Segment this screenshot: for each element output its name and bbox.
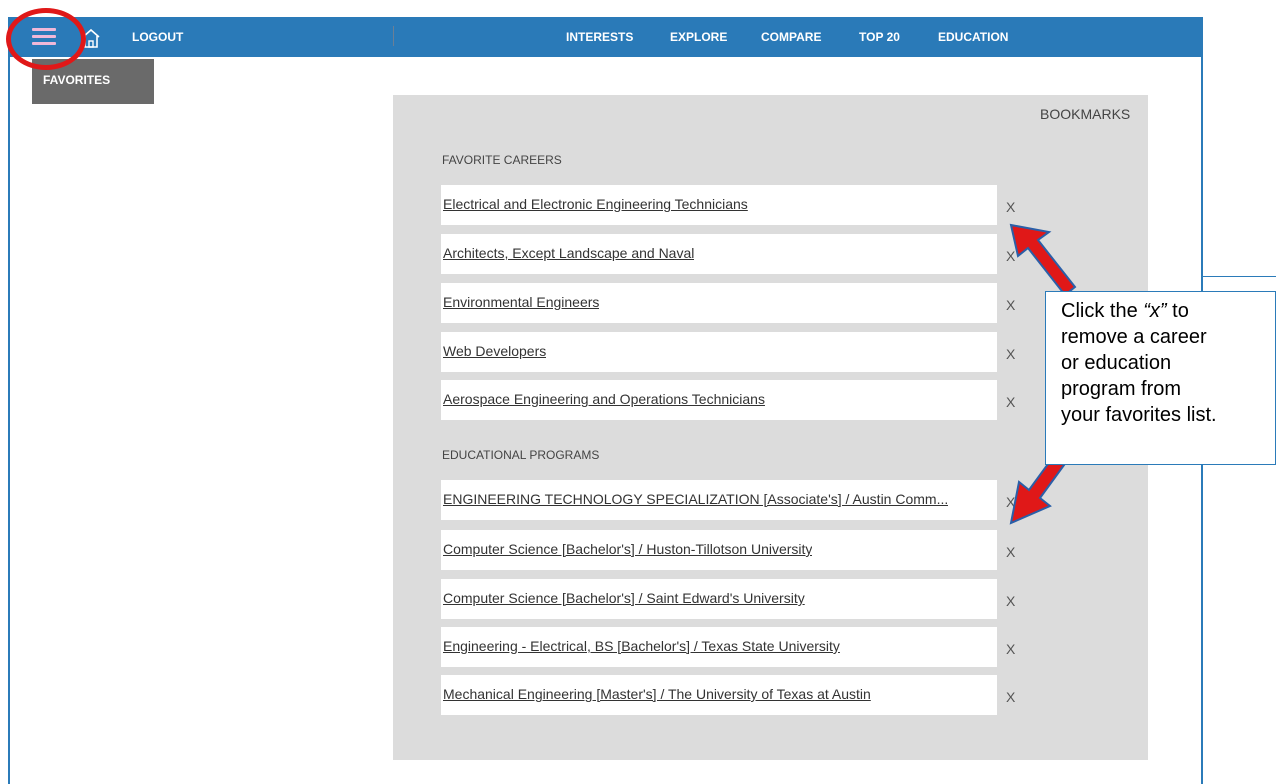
program-link[interactable]: Computer Science [Bachelor's] / Saint Ed… <box>443 590 805 606</box>
remove-program-button[interactable]: X <box>1006 544 1015 560</box>
career-row: Aerospace Engineering and Operations Tec… <box>441 380 997 420</box>
program-link[interactable]: ENGINEERING TECHNOLOGY SPECIALIZATION [A… <box>443 491 948 507</box>
nav-education[interactable]: EDUCATION <box>938 30 1008 44</box>
favorite-careers-heading: FAVORITE CAREERS <box>442 153 562 167</box>
remove-career-button[interactable]: X <box>1006 199 1015 215</box>
program-row: ENGINEERING TECHNOLOGY SPECIALIZATION [A… <box>441 480 997 520</box>
remove-program-button[interactable]: X <box>1006 593 1015 609</box>
callout-line-5: your favorites list. <box>1061 404 1217 426</box>
program-link[interactable]: Computer Science [Bachelor's] / Huston-T… <box>443 541 812 557</box>
annotation-callout: Click the “x” to remove a career or educ… <box>1045 291 1276 465</box>
career-link[interactable]: Electrical and Electronic Engineering Te… <box>443 196 748 212</box>
program-row: Computer Science [Bachelor's] / Saint Ed… <box>441 579 997 619</box>
callout-line-1: Click the “x” to <box>1061 300 1189 322</box>
career-row: Architects, Except Landscape and Naval <box>441 234 997 274</box>
nav-divider <box>393 26 394 46</box>
remove-program-button[interactable]: X <box>1006 641 1015 657</box>
callout-connector-line <box>1203 276 1276 277</box>
program-row: Engineering - Electrical, BS [Bachelor's… <box>441 627 997 667</box>
career-link[interactable]: Environmental Engineers <box>443 294 599 310</box>
career-row: Web Developers <box>441 332 997 372</box>
educational-programs-heading: EDUCATIONAL PROGRAMS <box>442 448 600 462</box>
callout-line-3: or education <box>1061 352 1172 374</box>
program-row: Mechanical Engineering [Master's] / The … <box>441 675 997 715</box>
career-link[interactable]: Web Developers <box>443 343 546 359</box>
program-link[interactable]: Engineering - Electrical, BS [Bachelor's… <box>443 638 840 654</box>
logout-link[interactable]: LOGOUT <box>132 30 183 44</box>
nav-compare[interactable]: COMPARE <box>761 30 821 44</box>
callout-line-4: program from <box>1061 378 1182 400</box>
nav-top-20[interactable]: TOP 20 <box>859 30 900 44</box>
career-row: Environmental Engineers <box>441 283 997 323</box>
nav-interests[interactable]: INTERESTS <box>566 30 633 44</box>
program-row: Computer Science [Bachelor's] / Huston-T… <box>441 530 997 570</box>
remove-program-button[interactable]: X <box>1006 689 1015 705</box>
career-link[interactable]: Architects, Except Landscape and Naval <box>443 245 694 261</box>
career-link[interactable]: Aerospace Engineering and Operations Tec… <box>443 391 765 407</box>
callout-line-2: remove a career <box>1061 326 1207 348</box>
career-row: Electrical and Electronic Engineering Te… <box>441 185 997 225</box>
program-link[interactable]: Mechanical Engineering [Master's] / The … <box>443 686 871 702</box>
up-arrow-icon <box>1009 223 1077 297</box>
nav-explore[interactable]: EXPLORE <box>670 30 727 44</box>
menu-highlight-circle <box>6 8 86 70</box>
bookmarks-heading: BOOKMARKS <box>1040 106 1131 122</box>
